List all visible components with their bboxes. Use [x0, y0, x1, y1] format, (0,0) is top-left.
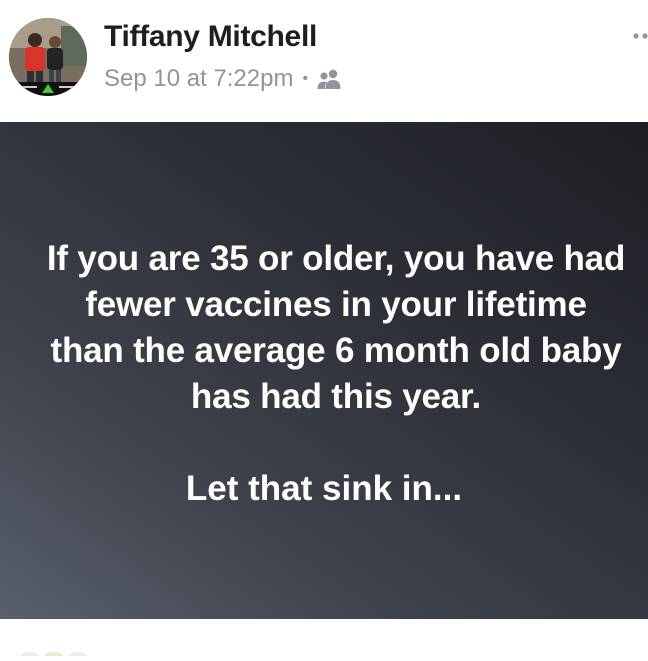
- avatar-photo-icon: [9, 18, 87, 96]
- post-footer: [0, 619, 648, 660]
- meta-separator: •: [302, 70, 309, 87]
- post-line-2: fewer vaccines in your lifetime: [85, 285, 587, 324]
- more-options-icon[interactable]: [632, 24, 648, 44]
- friends-icon[interactable]: [316, 68, 342, 90]
- author-avatar[interactable]: [9, 18, 87, 96]
- post-meta: Sep 10 at 7:22pm •: [104, 64, 342, 94]
- author-name[interactable]: Tiffany Mitchell: [104, 20, 317, 54]
- post-timestamp[interactable]: Sep 10 at 7:22pm: [104, 65, 293, 93]
- post-text-background: If you are 35 or older, you have had few…: [0, 122, 648, 619]
- post-message: If you are 35 or older, you have had few…: [23, 236, 625, 420]
- post-line-3: than the average 6 month old baby: [50, 331, 622, 370]
- post-line-4: has had this year.: [190, 377, 482, 416]
- post-header: Tiffany Mitchell Sep 10 at 7:22pm •: [0, 0, 648, 122]
- post-line-1: If you are 35 or older, you have had: [46, 239, 626, 278]
- post-closing-line: Let that sink in...: [185, 469, 463, 508]
- reaction-icons[interactable]: [20, 643, 100, 660]
